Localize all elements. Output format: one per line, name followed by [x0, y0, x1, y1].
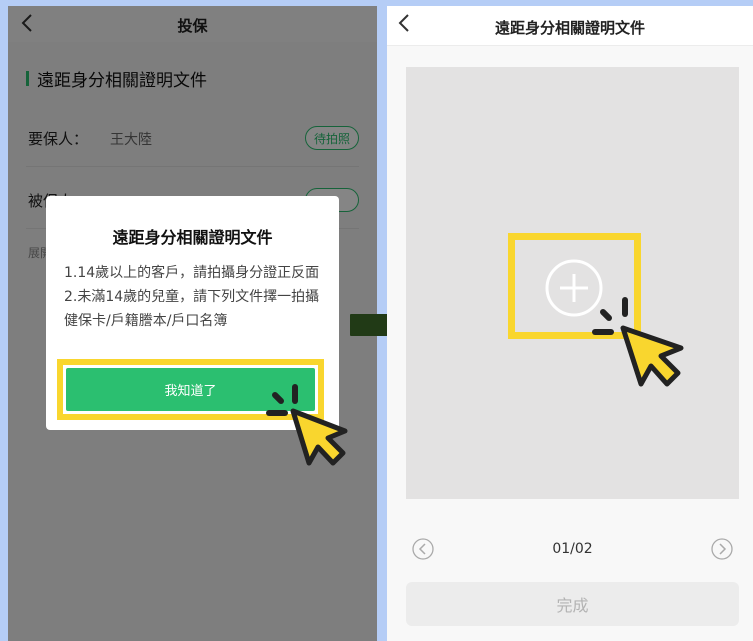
- left-phone-screen: 投保 遠距身分相關證明文件 要保人： 王大陸 待拍照 被保人 展開 遠距身分相關…: [8, 6, 377, 641]
- current-page: 01: [552, 541, 571, 557]
- total-pages: 02: [574, 541, 593, 557]
- dialog-line: 2.未滿14歲的兒童，請下列文件擇一拍攝健保卡/戶籍謄本/戶口名簿: [64, 289, 320, 329]
- page-indicator: 01/02: [406, 541, 739, 557]
- done-button[interactable]: 完成: [406, 582, 739, 626]
- pager: 01/02: [406, 534, 739, 564]
- dialog-body: 1.14歲以上的客戶，請拍攝身分證正反面 2.未滿14歲的兒童，請下列文件擇一拍…: [64, 261, 326, 333]
- divider: [387, 45, 753, 46]
- pointer-cursor-icon: [266, 384, 348, 466]
- chevron-right-circle-icon[interactable]: [711, 538, 733, 560]
- dialog-title: 遠距身分相關證明文件: [112, 228, 273, 247]
- page-title: 遠距身分相關證明文件: [494, 19, 645, 37]
- dialog-line: 1.14歲以上的客戶，請拍攝身分證正反面: [64, 265, 320, 281]
- pointer-cursor-icon: [592, 297, 684, 387]
- top-bar: 遠距身分相關證明文件: [387, 6, 753, 46]
- right-phone-screen: 遠距身分相關證明文件 01/02 完成: [387, 6, 753, 641]
